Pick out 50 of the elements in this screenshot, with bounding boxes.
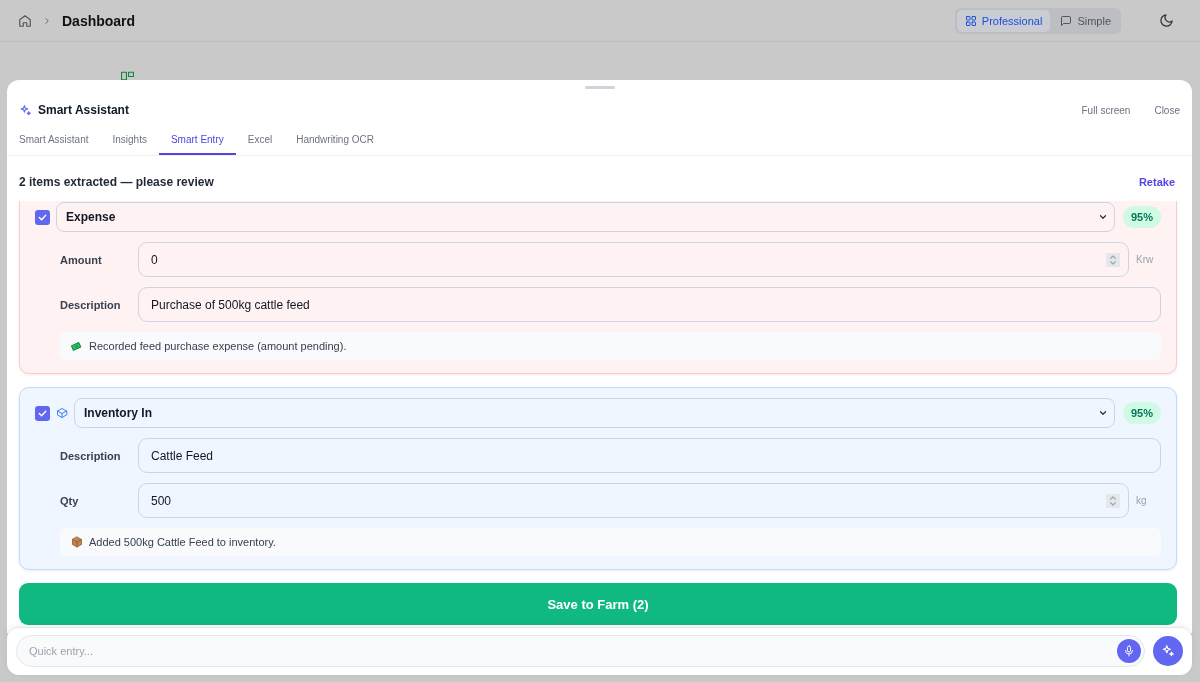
confidence-badge: 95% <box>1122 402 1161 424</box>
chat-icon <box>1060 14 1073 27</box>
tab[interactable]: Insights <box>100 127 159 155</box>
unit-label: Krw <box>1135 254 1155 265</box>
magic-button[interactable] <box>1153 636 1183 666</box>
drag-handle[interactable] <box>584 86 615 89</box>
mic-icon <box>1123 645 1135 657</box>
sparkle-icon <box>19 103 32 117</box>
breadcrumb-title: Dashboard <box>62 12 136 29</box>
spinner-icon <box>1106 252 1120 267</box>
panel-title: Smart Assistant <box>38 103 129 117</box>
tab[interactable]: Handwriting OCR <box>284 127 386 155</box>
box-icon <box>56 407 68 419</box>
unit-label: kg <box>1135 495 1148 506</box>
summary-note: Recorded feed purchase expense (amount pending). <box>89 340 347 352</box>
tab[interactable]: Excel <box>235 127 285 155</box>
sparkle-icon <box>1161 644 1175 658</box>
summary-note: Added 500kg Cattle Feed to inventory. <box>89 536 276 548</box>
package-icon <box>71 536 83 548</box>
mode-toggle[interactable]: Simple <box>1052 9 1119 32</box>
field-label: Description <box>60 449 122 462</box>
grid-icon <box>964 14 977 27</box>
chevron-right-icon <box>42 15 52 26</box>
type-select[interactable]: Inventory In <box>74 398 1115 428</box>
review-heading: 2 items extracted — please review <box>19 175 214 189</box>
header-link[interactable]: Close <box>1154 104 1180 116</box>
type-select[interactable]: Expense <box>56 202 1115 232</box>
confidence-badge: 95% <box>1122 206 1161 228</box>
field-label: Description <box>60 298 122 311</box>
checkbox[interactable] <box>35 209 50 225</box>
header-link[interactable]: Full screen <box>1081 104 1131 116</box>
moon-icon <box>1159 13 1174 28</box>
home-icon <box>18 13 32 28</box>
quick-entry-field[interactable]: Quick entry... <box>16 635 1145 667</box>
retake-link[interactable]: Retake <box>1138 176 1175 188</box>
spinner-icon <box>1106 493 1120 508</box>
checkbox[interactable] <box>35 405 50 421</box>
layout-icon <box>121 71 134 81</box>
tab[interactable]: Smart Entry <box>158 127 236 155</box>
input-field[interactable]: 500 <box>138 483 1129 518</box>
tab[interactable]: Smart Assistant <box>19 127 101 155</box>
field-label: Qty <box>60 494 80 507</box>
money-icon <box>71 340 83 352</box>
chevron-down-icon <box>1097 408 1108 418</box>
field-label: Amount <box>60 253 103 266</box>
input-field[interactable]: Purchase of 500kg cattle feed <box>138 287 1161 322</box>
mode-toggle[interactable]: Professional <box>956 9 1051 32</box>
chevron-down-icon <box>1097 212 1108 222</box>
input-field[interactable]: 0 <box>138 242 1129 277</box>
input-field[interactable]: Cattle Feed <box>138 438 1161 473</box>
